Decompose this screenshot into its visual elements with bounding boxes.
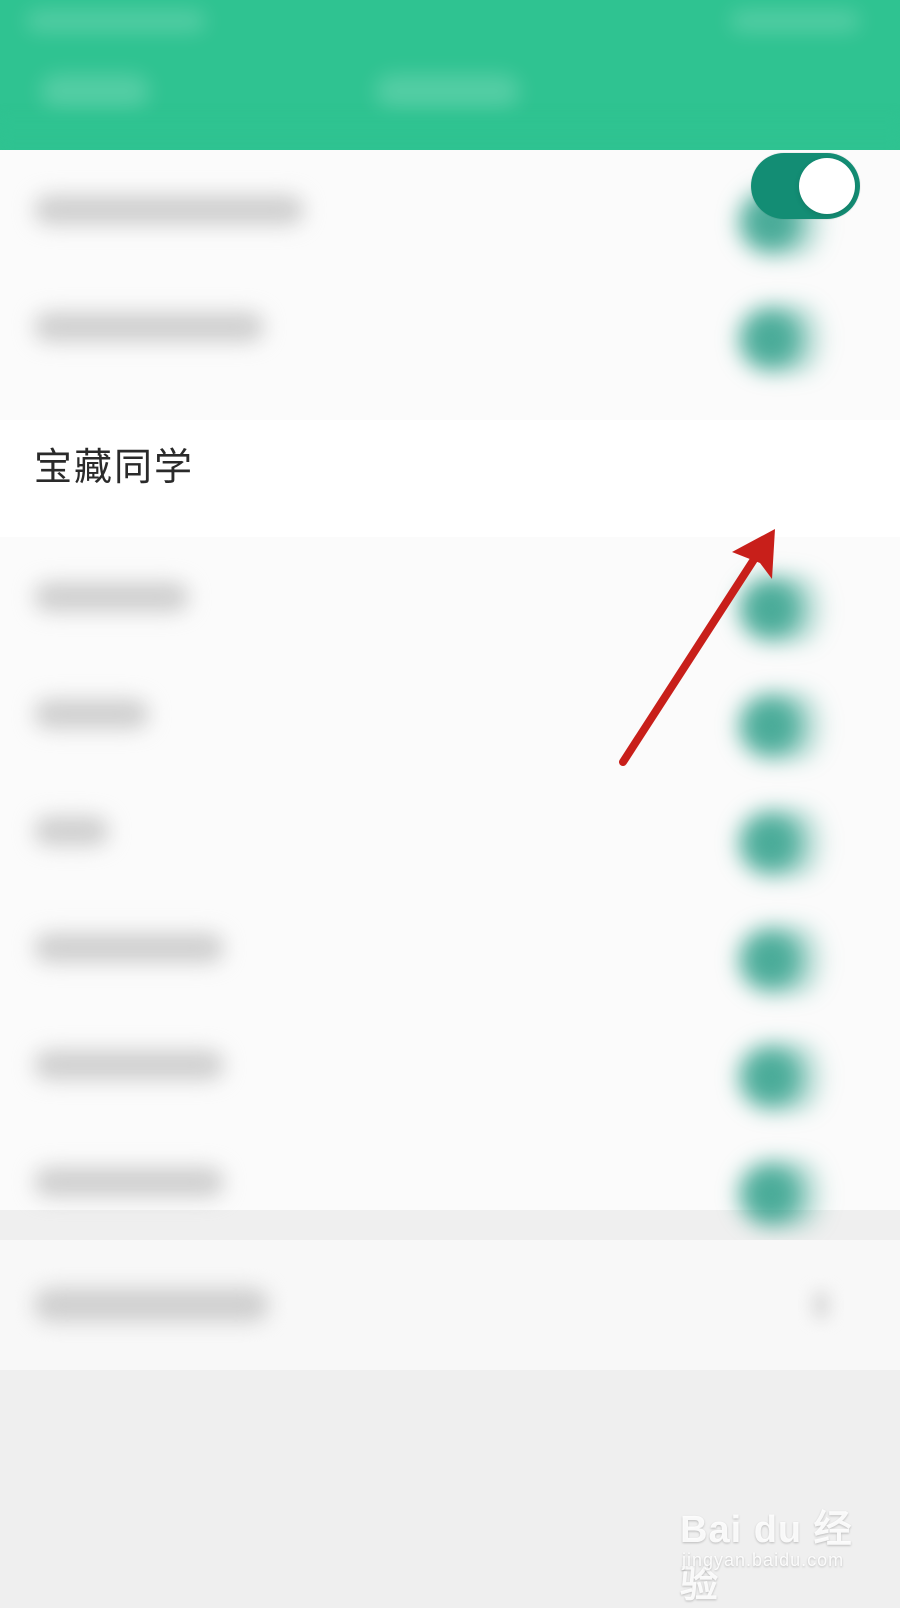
- list-item[interactable]: [0, 1122, 900, 1239]
- toggle-switch[interactable]: [736, 925, 846, 995]
- baidu-jingyan-watermark: Bai du 经验 jingyan.baidu.com: [680, 1498, 890, 1606]
- list-item-featured[interactable]: 宝藏同学: [0, 420, 900, 537]
- chevron-right-icon: [812, 1290, 830, 1320]
- list-item[interactable]: [0, 771, 900, 888]
- list-item-label-blur: [34, 1050, 224, 1080]
- bottom-item-label-blur: [34, 1288, 269, 1322]
- header-title-blur: [375, 74, 520, 108]
- list-item-label-blur: [34, 933, 224, 963]
- toggle-switch[interactable]: [736, 691, 846, 761]
- toggle-switch[interactable]: [736, 574, 846, 644]
- featured-toggle-switch[interactable]: [751, 153, 860, 219]
- toggle-switch[interactable]: [736, 808, 846, 878]
- list-item-label-blur: [34, 582, 189, 612]
- toggle-switch[interactable]: [736, 1042, 846, 1112]
- list-item[interactable]: [0, 1005, 900, 1122]
- list-item-label-blur: [34, 699, 149, 729]
- back-button-blur[interactable]: [40, 74, 150, 108]
- list-item-label-blur: [34, 1167, 224, 1197]
- toggle-switch[interactable]: [736, 1159, 846, 1229]
- toggle-knob: [799, 158, 855, 214]
- list-item-label-blur: [34, 195, 304, 225]
- featured-item-label: 宝藏同学: [34, 445, 195, 489]
- watermark-url: jingyan.baidu.com: [682, 1550, 845, 1570]
- list-item-label-blur: [34, 312, 264, 342]
- settings-list: 宝藏同学: [0, 150, 900, 1229]
- toggle-switch[interactable]: [736, 304, 846, 374]
- list-item[interactable]: [0, 888, 900, 1005]
- list-item[interactable]: [0, 267, 900, 384]
- bottom-list-item[interactable]: [0, 1240, 900, 1370]
- list-item-label-blur: [34, 816, 109, 846]
- list-item[interactable]: [0, 654, 900, 771]
- status-bar-left-blur: [26, 10, 206, 32]
- list-item[interactable]: [0, 537, 900, 654]
- status-bar-right-blur: [730, 10, 860, 32]
